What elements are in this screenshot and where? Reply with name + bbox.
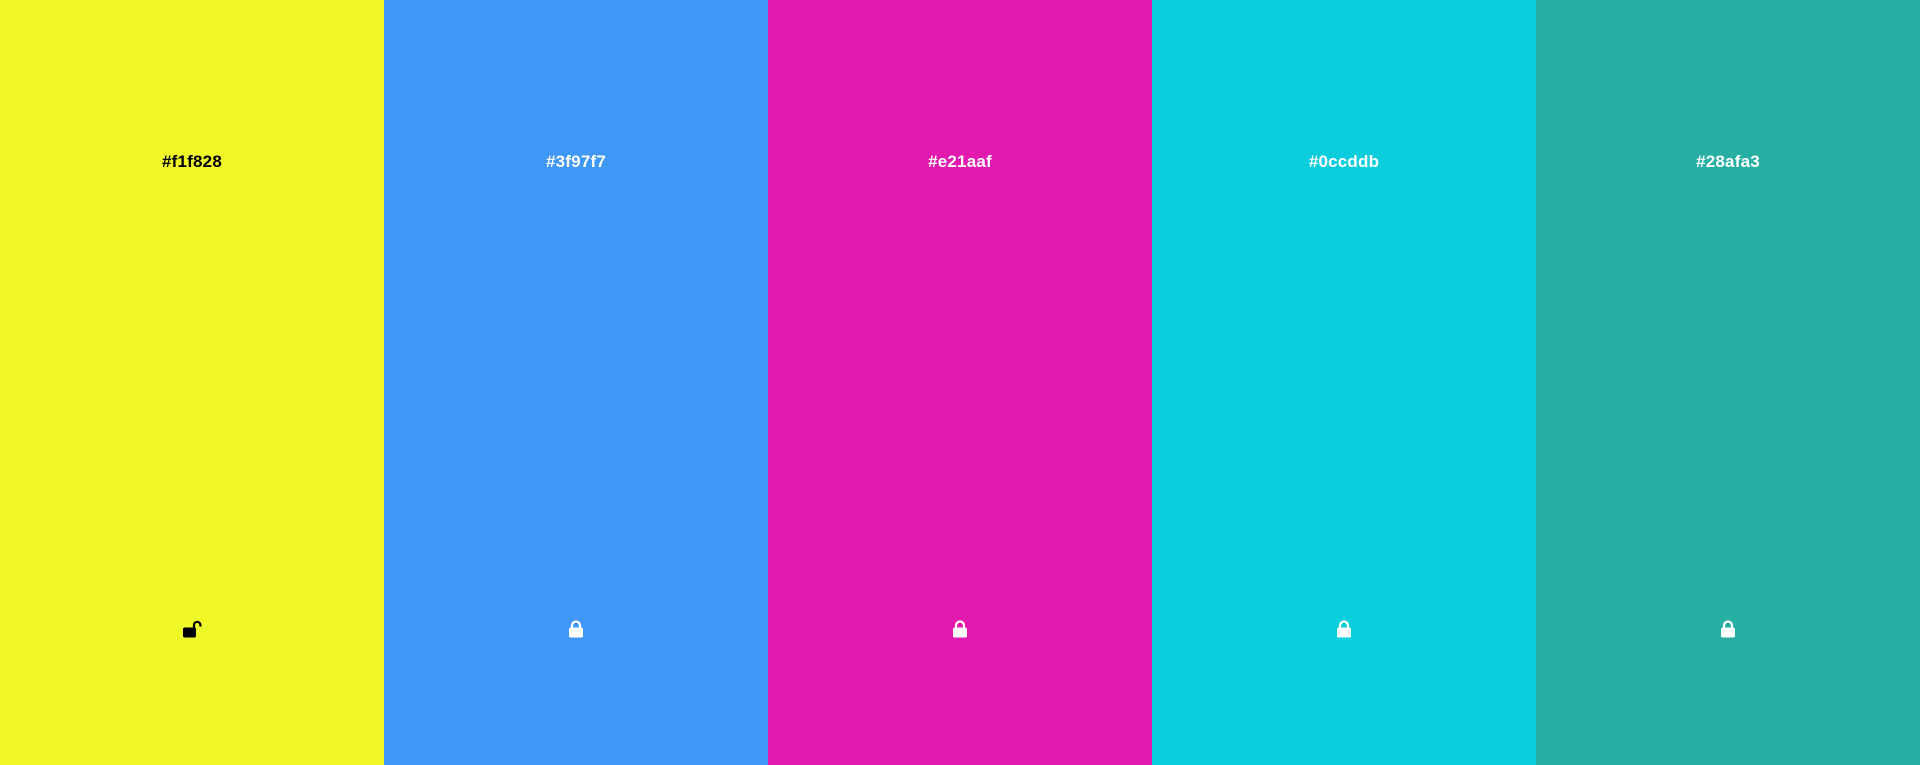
hex-code-label[interactable]: #3f97f7: [384, 152, 768, 172]
hex-code-label[interactable]: #0ccddb: [1152, 152, 1536, 172]
lock-toggle-button[interactable]: [1333, 618, 1355, 640]
hex-code-label[interactable]: #e21aaf: [768, 152, 1152, 172]
color-palette: #f1f828 #3f97f7 #e21aaf #0ccddb #28afa3: [0, 0, 1920, 765]
color-swatch-3[interactable]: #e21aaf: [768, 0, 1152, 765]
hex-code-label[interactable]: #28afa3: [1536, 152, 1920, 172]
hex-code-label[interactable]: #f1f828: [0, 152, 384, 172]
color-swatch-2[interactable]: #3f97f7: [384, 0, 768, 765]
color-swatch-1[interactable]: #f1f828: [0, 0, 384, 765]
color-swatch-4[interactable]: #0ccddb: [1152, 0, 1536, 765]
lock-toggle-button[interactable]: [565, 618, 587, 640]
lock-toggle-button[interactable]: [1717, 618, 1739, 640]
color-swatch-5[interactable]: #28afa3: [1536, 0, 1920, 765]
lock-toggle-button[interactable]: [949, 618, 971, 640]
lock-open-icon: [183, 620, 202, 638]
lock-closed-icon: [953, 620, 967, 638]
lock-closed-icon: [1721, 620, 1735, 638]
lock-toggle-button[interactable]: [181, 618, 203, 640]
lock-closed-icon: [569, 620, 583, 638]
lock-closed-icon: [1337, 620, 1351, 638]
